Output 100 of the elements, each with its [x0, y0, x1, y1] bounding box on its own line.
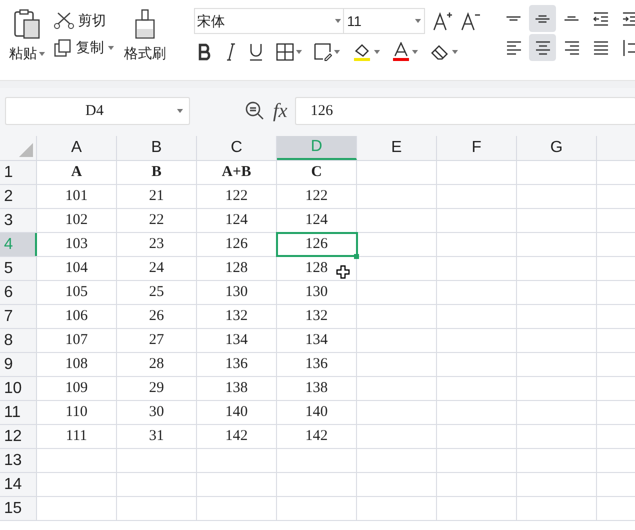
format-painter-button[interactable]: 格式刷 — [124, 8, 166, 72]
corner-triangle-icon — [19, 143, 33, 157]
table-cell-text: 109 — [65, 379, 88, 398]
cell-format-icon[interactable] — [314, 43, 332, 61]
table-cell-text: 122 — [305, 187, 328, 206]
table-cell-text: 134 — [225, 331, 248, 350]
row-header[interactable]: 5 — [0, 257, 37, 280]
decrease-font-icon[interactable] — [461, 11, 481, 31]
column-header[interactable]: F — [437, 136, 517, 160]
table-cell-text: 25 — [149, 283, 164, 302]
borders-icon[interactable] — [276, 43, 294, 61]
table-cell-text: 103 — [65, 235, 88, 254]
table-cell-text: 111 — [66, 427, 88, 446]
row-header[interactable]: 6 — [0, 281, 37, 304]
caret-icon — [412, 50, 418, 54]
row-header[interactable]: 14 — [0, 473, 37, 496]
alignment-button[interactable] — [529, 5, 556, 32]
cursor-icon — [336, 265, 350, 279]
name-box[interactable]: D4 — [5, 97, 190, 125]
caret-icon — [334, 50, 340, 54]
table-cell-text: B — [151, 163, 162, 182]
row-header[interactable]: 15 — [0, 497, 37, 520]
table-cell-text: 101 — [65, 187, 88, 206]
table-cell-text: 24 — [149, 259, 164, 278]
table-cell-text: C — [311, 163, 322, 182]
justify-align-icon — [592, 40, 608, 56]
table-cell-text: 28 — [149, 355, 164, 374]
top-align-icon — [506, 16, 521, 21]
zoom-icon[interactable] — [245, 101, 265, 121]
table-cell-text: 21 — [149, 187, 164, 206]
caret-icon — [452, 50, 458, 54]
row-header[interactable]: 8 — [0, 329, 37, 352]
cut-button[interactable]: 剪切 — [54, 10, 114, 31]
table-cell-text: 126 — [225, 235, 248, 254]
fill-handle[interactable] — [354, 254, 359, 259]
table-cell-text: 136 — [305, 355, 328, 374]
caret-icon — [177, 109, 183, 113]
font-color-icon[interactable] — [392, 42, 410, 62]
table-cell-text: 140 — [225, 403, 248, 422]
caret-icon — [335, 19, 341, 23]
table-cell-text: 124 — [225, 211, 248, 230]
row-header[interactable]: 3 — [0, 209, 37, 232]
center-align-icon — [534, 40, 550, 56]
row-header[interactable]: 1 — [0, 161, 37, 184]
column-header[interactable]: A — [37, 136, 117, 160]
eraser-icon[interactable] — [430, 43, 450, 61]
row-header[interactable]: 10 — [0, 377, 37, 400]
table-cell-text: 122 — [225, 187, 248, 206]
table-cell-text: A+B — [222, 163, 252, 182]
outdent-align-icon — [592, 10, 608, 26]
table-cell-text: 126 — [305, 235, 328, 254]
table-cell-text: 128 — [305, 259, 328, 278]
caret-icon — [39, 52, 45, 56]
formula-input[interactable]: 126 — [295, 97, 635, 125]
row-header[interactable]: 12 — [0, 425, 37, 448]
bottom-align-icon — [564, 16, 579, 21]
table-cell-text: 29 — [149, 379, 164, 398]
fill-color-icon[interactable] — [352, 42, 372, 62]
table-cell-text: 138 — [225, 379, 248, 398]
table-cell-text: 142 — [305, 427, 328, 446]
increase-font-icon[interactable] — [433, 11, 453, 31]
table-cell-text: 104 — [65, 259, 88, 278]
table-cell-text: 27 — [149, 331, 164, 350]
font-size-field[interactable]: 11 — [343, 8, 425, 34]
row-header[interactable]: 11 — [0, 401, 37, 424]
alignment-button[interactable] — [529, 34, 556, 61]
column-header[interactable]: E — [357, 136, 437, 160]
row-header[interactable]: 2 — [0, 185, 37, 208]
italic-icon[interactable] — [224, 43, 236, 61]
table-cell-text: 110 — [66, 403, 88, 422]
column-header[interactable]: B — [117, 136, 197, 160]
table-cell-text: 124 — [305, 211, 328, 230]
table-cell-text: 102 — [65, 211, 88, 230]
table-cell-text: 134 — [305, 331, 328, 350]
middle-align-icon — [535, 14, 550, 22]
copy-icon — [54, 38, 72, 56]
row-header[interactable]: 13 — [0, 449, 37, 472]
paste-button[interactable]: 粘贴 — [6, 8, 48, 72]
scissors-icon — [54, 12, 74, 30]
table-cell-text: 30 — [149, 403, 164, 422]
caret-icon — [374, 50, 380, 54]
caret-icon — [415, 19, 421, 23]
copy-button[interactable]: 复制 — [54, 37, 114, 58]
table-cell-text: 23 — [149, 235, 164, 254]
left-align-icon — [506, 40, 522, 56]
font-name-field[interactable]: 宋体 — [194, 8, 344, 34]
column-header[interactable]: G — [517, 136, 597, 160]
row-header[interactable]: 9 — [0, 353, 37, 376]
indent-align-icon — [622, 10, 635, 26]
function-label[interactable]: fx — [273, 96, 288, 126]
table-cell-text: 128 — [225, 259, 248, 278]
table-cell-text: 107 — [65, 331, 88, 350]
table-cell-text: 132 — [305, 307, 328, 326]
row-header[interactable]: 7 — [0, 305, 37, 328]
table-cell-text: 106 — [65, 307, 88, 326]
table-cell-text: 22 — [149, 211, 164, 230]
table-cell-text: 136 — [225, 355, 248, 374]
table-cell-text: 26 — [149, 307, 164, 326]
underline-icon[interactable] — [248, 43, 264, 61]
bold-icon[interactable] — [198, 43, 212, 61]
